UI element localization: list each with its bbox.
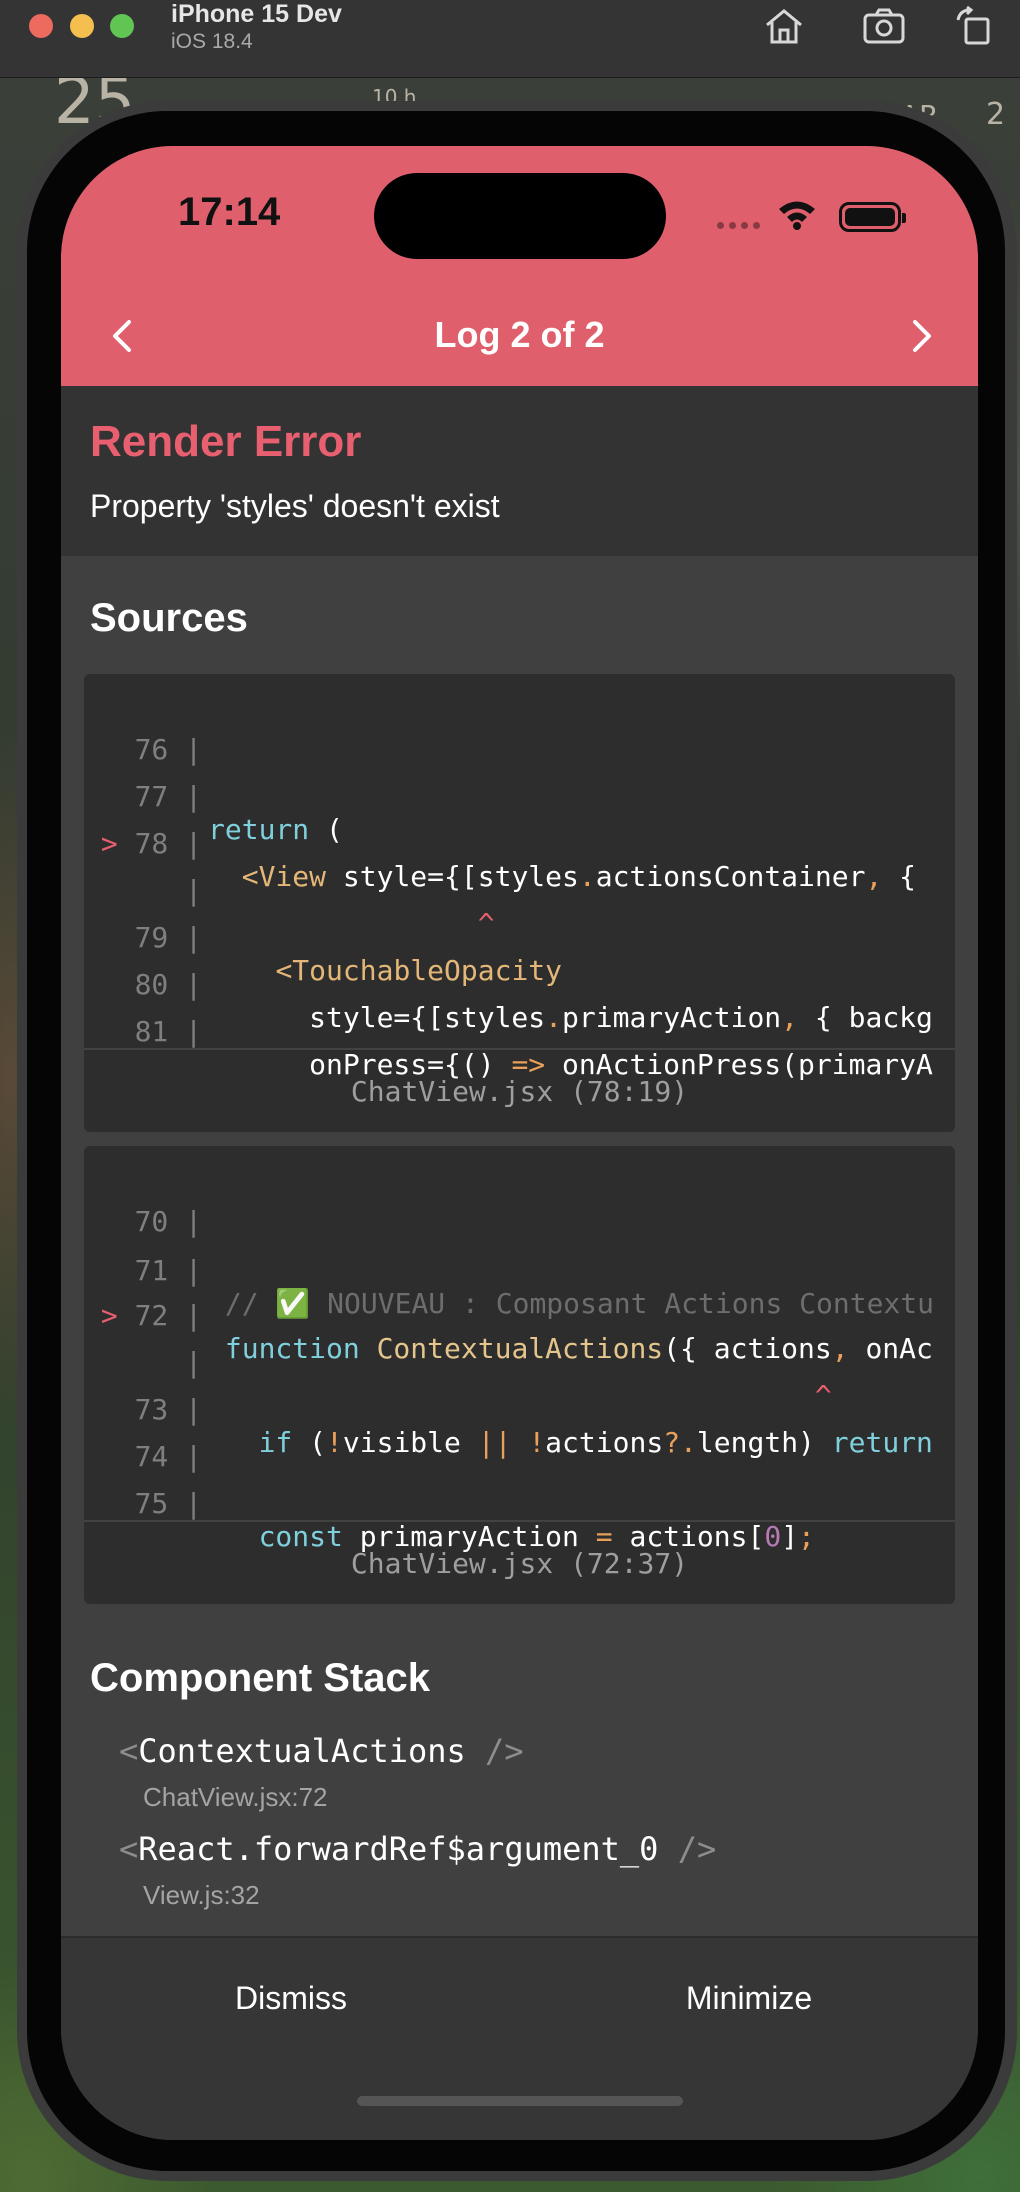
code-line-highlighted: > 78 | <View style={[styles.actionsConta… — [100, 827, 917, 893]
code-line: 81 | onPress={() => onActionPress(primar… — [134, 1015, 933, 1081]
close-window-button[interactable] — [29, 14, 53, 38]
code-line: 74 | — [134, 1440, 203, 1473]
device-name: iPhone 15 Dev — [171, 0, 342, 28]
code-line-highlighted: > 72 | function ContextualActions({ acti… — [100, 1299, 933, 1365]
zoom-window-button[interactable] — [110, 14, 134, 38]
code-line: 80 | style={[styles.primaryAction, { bac… — [134, 968, 933, 1034]
code-line-caret: | ^ — [84, 1346, 832, 1412]
code-line: 73 | if (!visible || !actions?.length) r… — [134, 1393, 933, 1459]
dynamic-island — [374, 173, 666, 259]
error-title: Render Error — [90, 417, 362, 466]
wifi-icon — [779, 201, 815, 230]
rotate-icon[interactable] — [954, 6, 998, 46]
code-line: 71 | // ✅ NOUVEAU : Composant Actions Co… — [134, 1254, 935, 1320]
error-message: Property 'styles' doesn't exist — [90, 488, 500, 524]
wallpaper-label: 2 — [986, 97, 1006, 132]
log-header: 17:14 Log 2 of 2 — [61, 146, 978, 386]
log-footer: Dismiss Minimize — [61, 1936, 978, 2140]
battery-icon — [839, 202, 906, 232]
code-line: 70 | — [134, 1205, 203, 1238]
home-icon[interactable] — [762, 6, 806, 46]
error-summary: Render Error Property 'styles' doesn't e… — [61, 386, 978, 556]
component-stack-item[interactable]: <React.forwardRef$argument_0 /> — [119, 1830, 716, 1868]
component-file: View.js:32 — [143, 1880, 260, 1910]
minimize-window-button[interactable] — [70, 14, 94, 38]
status-time: 17:14 — [178, 190, 281, 234]
code-line: 75 | const primaryAction = actions[0]; — [134, 1487, 815, 1553]
chevron-right-icon[interactable] — [901, 316, 941, 356]
minimize-button[interactable]: Minimize — [599, 1968, 899, 2028]
source-frame[interactable]: 76 | 77 | return ( > 78 | <View style={[… — [84, 674, 955, 1132]
component-name: ContextualActions — [138, 1732, 466, 1770]
source-frame[interactable]: 70 | 71 | // ✅ NOUVEAU : Composant Actio… — [84, 1146, 955, 1604]
sources-title: Sources — [90, 596, 248, 640]
code-line: 77 | return ( — [134, 780, 343, 846]
code-line: 76 | — [134, 733, 203, 766]
component-file: ChatView.jsx:72 — [143, 1782, 328, 1812]
log-details-scroll[interactable]: Sources 76 | 77 | return ( > 78 | <View … — [61, 556, 978, 1936]
code-line: 79 | <TouchableOpacity — [134, 921, 563, 987]
cellular-signal-icon — [717, 222, 760, 229]
component-stack-item[interactable]: <ContextualActions /> — [119, 1732, 524, 1770]
source-file-location[interactable]: ChatView.jsx (72:37) — [84, 1520, 955, 1606]
device-screen: 17:14 Log 2 of 2 Render Error Property '… — [61, 146, 978, 2140]
code-line-caret: | ^ — [84, 874, 495, 940]
home-indicator[interactable] — [357, 2096, 683, 2106]
dismiss-button[interactable]: Dismiss — [141, 1968, 441, 2028]
component-name: React.forwardRef$argument_0 — [138, 1830, 659, 1868]
source-file-location[interactable]: ChatView.jsx (78:19) — [84, 1048, 955, 1134]
screenshot-icon[interactable] — [862, 6, 906, 46]
log-counter-title: Log 2 of 2 — [434, 314, 605, 355]
component-stack-title: Component Stack — [90, 1656, 431, 1700]
simulator-titlebar: iPhone 15 Dev iOS 18.4 — [0, 0, 1020, 78]
device-os-version: iOS 18.4 — [171, 30, 253, 53]
